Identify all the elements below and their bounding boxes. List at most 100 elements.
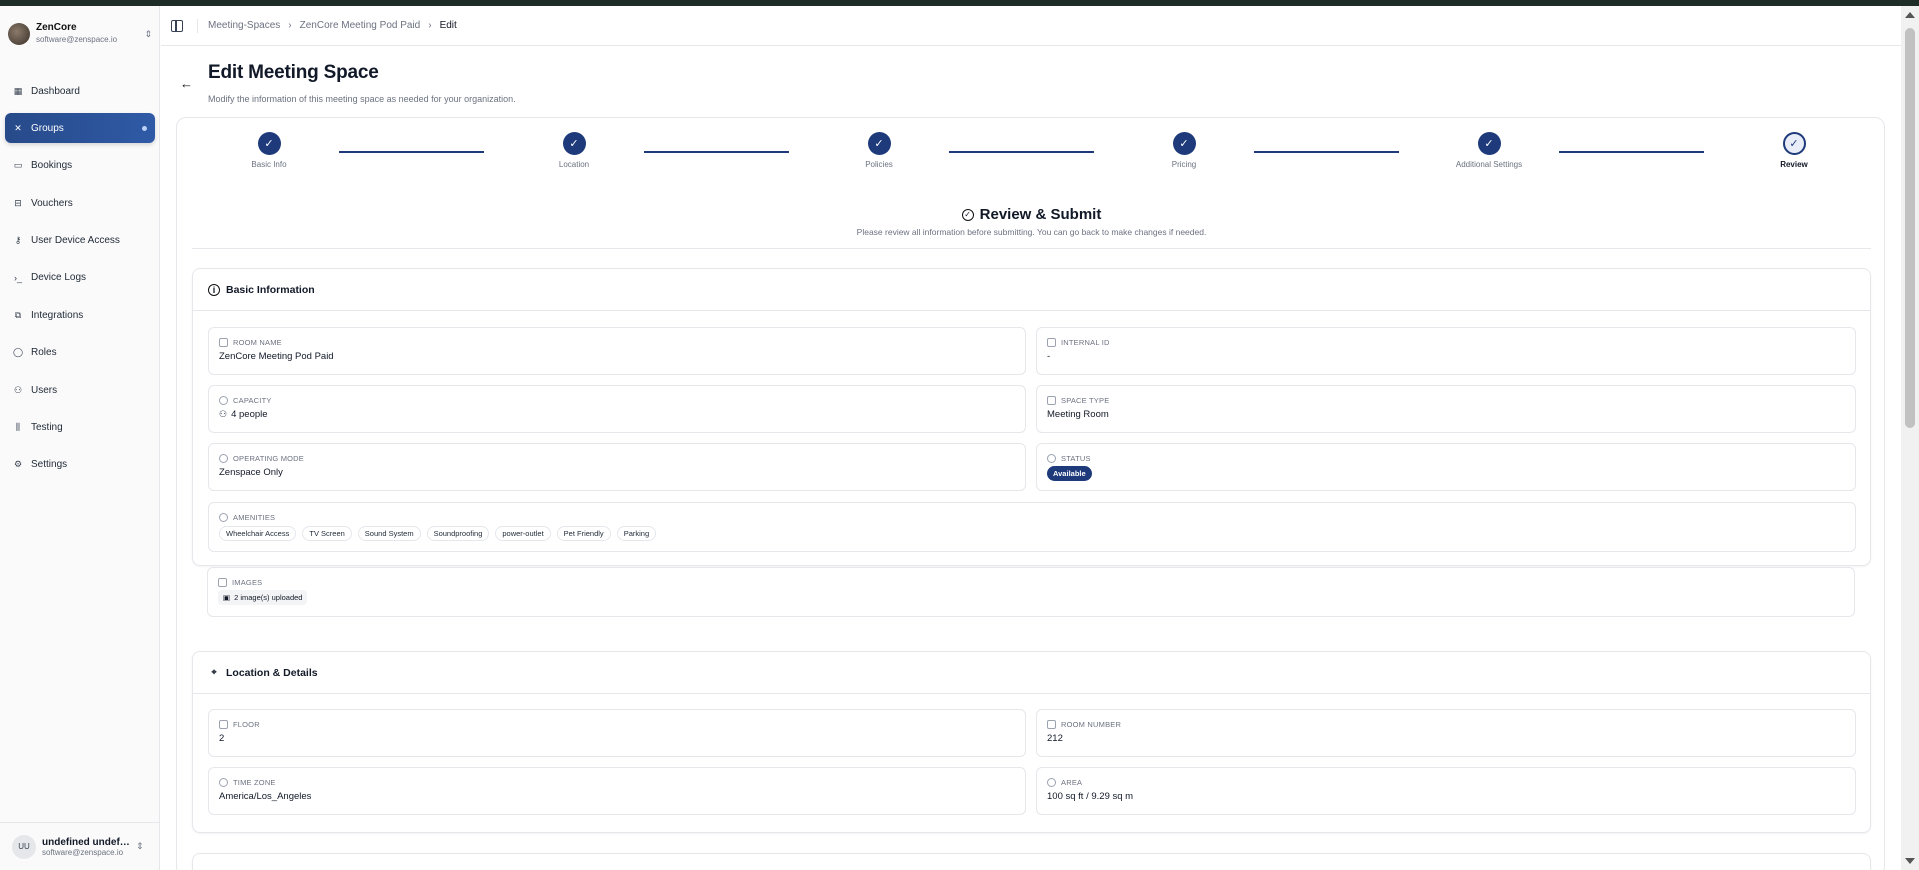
- step-connector: [644, 151, 789, 153]
- user-email: software@zenspace.io: [42, 847, 124, 857]
- step-policies[interactable]: ✓ Policies: [839, 132, 919, 169]
- org-name: ZenCore: [36, 22, 77, 33]
- chevron-right-icon: ›: [428, 20, 432, 31]
- step-additional-settings[interactable]: ✓ Additional Settings: [1439, 132, 1539, 169]
- page-subtitle: Modify the information of this meeting s…: [208, 94, 516, 104]
- amenity-chip: Parking: [616, 526, 657, 541]
- room-number-value: 212: [1047, 733, 1063, 744]
- circle-check-icon: ✓: [1782, 132, 1806, 155]
- scrollbar[interactable]: [1901, 6, 1919, 870]
- breadcrumb-meeting-spaces[interactable]: Meeting-Spaces: [208, 20, 280, 31]
- scroll-down-icon[interactable]: [1905, 858, 1915, 864]
- toggle-sidebar-icon[interactable]: [171, 19, 183, 32]
- groups-icon: ✕: [14, 122, 22, 133]
- sidebar: ZenCore software@zenspace.io ⇕ ▦ Dashboar…: [0, 6, 160, 870]
- area-field: AREA 100 sq ft / 9.29 sq m: [1036, 767, 1856, 815]
- step-review[interactable]: ✓ Review: [1754, 132, 1834, 169]
- gear-icon: [219, 454, 228, 463]
- sidebar-item-testing[interactable]: ⫼ Testing: [5, 413, 155, 443]
- form-card: ✓ Basic Info ✓ Location ✓ Policies ✓ Pri…: [176, 117, 1885, 870]
- chevron-right-icon: ›: [288, 20, 292, 31]
- map-pin-icon: ⌖: [211, 667, 217, 677]
- divider: [192, 248, 1871, 249]
- building-icon: [219, 720, 228, 729]
- sidebar-item-label: Dashboard: [31, 85, 80, 97]
- sidebar-item-bookings[interactable]: ▭ Bookings: [5, 151, 155, 181]
- sidebar-item-label: Testing: [31, 422, 63, 434]
- amenity-chip: power-outlet: [495, 526, 551, 541]
- sidebar-item-integrations[interactable]: ⧉ Integrations: [5, 300, 155, 330]
- amenity-chip: Pet Friendly: [556, 526, 611, 541]
- sidebar-item-device-logs[interactable]: ›_ Device Logs: [5, 263, 155, 293]
- room-name-field: ROOM NAME ZenCore Meeting Pod Paid: [208, 327, 1026, 375]
- org-switcher[interactable]: ZenCore software@zenspace.io ⇕: [8, 14, 152, 54]
- sidebar-item-user-device-access[interactable]: ⚷ User Device Access: [5, 226, 155, 256]
- location-section: ⌖ Location & Details FLOOR 2 ROOM NUMBER…: [192, 651, 1871, 833]
- room-number-field: ROOM NUMBER 212: [1036, 709, 1856, 757]
- check-icon: ✓: [1172, 132, 1196, 155]
- basic-info-section: i Basic Information ROOM NAME ZenCore Me…: [192, 268, 1871, 566]
- step-location[interactable]: ✓ Location: [534, 132, 614, 169]
- clock-icon: [219, 778, 228, 787]
- field-label: FLOOR: [233, 720, 260, 729]
- step-basic-info[interactable]: ✓ Basic Info: [229, 132, 309, 169]
- sidebar-item-label: Bookings: [31, 160, 73, 172]
- image-icon: [218, 578, 227, 587]
- org-logo: [8, 23, 30, 45]
- key-icon: ⚷: [14, 235, 22, 246]
- review-header: ✓ Review & Submit Please review all info…: [177, 206, 1886, 237]
- gear-icon: ⚙: [13, 459, 23, 470]
- time-zone-field: TIME ZONE America/Los_Angeles: [208, 767, 1026, 815]
- shield-icon: ◯: [12, 347, 24, 358]
- step-label: Pricing: [1171, 160, 1197, 169]
- image-icon: ▣: [223, 593, 231, 602]
- field-label: IMAGES: [232, 578, 263, 587]
- check-icon: ✓: [257, 132, 281, 155]
- circle-check-icon: ✓: [961, 208, 974, 221]
- next-section: [192, 853, 1871, 870]
- sidebar-item-label: Groups: [31, 122, 64, 134]
- org-email: software@zenspace.io: [36, 35, 118, 44]
- users-icon: ⚇: [219, 409, 228, 419]
- space-type-value: Meeting Room: [1047, 409, 1109, 420]
- amenity-chip: Sound System: [357, 526, 421, 541]
- sidebar-item-label: Users: [31, 384, 58, 396]
- images-field: IMAGES ▣ 2 image(s) uploaded: [207, 567, 1855, 617]
- internal-id-field: INTERNAL ID -: [1036, 327, 1856, 375]
- scroll-thumb[interactable]: [1905, 28, 1915, 428]
- integrations-icon: ⧉: [14, 309, 22, 320]
- step-label: Additional Settings: [1455, 160, 1523, 169]
- step-connector: [949, 151, 1094, 153]
- field-label: SPACE TYPE: [1061, 396, 1110, 405]
- section-title: Location & Details: [226, 666, 318, 679]
- sidebar-item-label: Settings: [31, 459, 68, 471]
- field-label: STATUS: [1061, 454, 1091, 463]
- sidebar-item-settings[interactable]: ⚙ Settings: [5, 450, 155, 480]
- back-arrow-icon[interactable]: ←: [180, 76, 193, 91]
- user-name: undefined undefin...: [42, 836, 132, 848]
- chevron-up-down-icon: ⇕: [144, 28, 152, 39]
- breadcrumb-edit: Edit: [439, 20, 457, 31]
- breadcrumb-space[interactable]: ZenCore Meeting Pod Paid: [300, 20, 421, 31]
- user-menu[interactable]: UU undefined undefin... software@zenspac…: [0, 822, 160, 870]
- field-label: TIME ZONE: [233, 778, 276, 787]
- flask-icon: ⫼: [15, 422, 21, 433]
- amenity-chip: Soundproofing: [426, 526, 490, 541]
- bookings-icon: ▭: [13, 160, 23, 171]
- operating-mode-value: Zenspace Only: [219, 467, 283, 478]
- sidebar-item-label: User Device Access: [31, 235, 120, 247]
- sidebar-item-groups[interactable]: ✕ Groups: [5, 113, 155, 144]
- sidebar-nav: ▦ Dashboard ✕ Groups ▭ Bookings ⊟ Vouchers ⚷ User…: [5, 76, 155, 487]
- sidebar-item-roles[interactable]: ◯ Roles: [5, 338, 155, 368]
- review-title: Review & Submit: [979, 206, 1102, 223]
- step-pricing[interactable]: ✓ Pricing: [1144, 132, 1224, 169]
- step-connector: [1254, 151, 1399, 153]
- sidebar-item-label: Roles: [31, 347, 57, 359]
- status-field: STATUS Available: [1036, 443, 1856, 491]
- vouchers-icon: ⊟: [14, 197, 22, 208]
- sidebar-item-dashboard[interactable]: ▦ Dashboard: [5, 76, 155, 106]
- capacity-value: 4 people: [231, 409, 268, 420]
- scroll-up-icon[interactable]: [1905, 12, 1915, 18]
- sidebar-item-users[interactable]: ⚇ Users: [5, 375, 155, 405]
- sidebar-item-vouchers[interactable]: ⊟ Vouchers: [5, 188, 155, 218]
